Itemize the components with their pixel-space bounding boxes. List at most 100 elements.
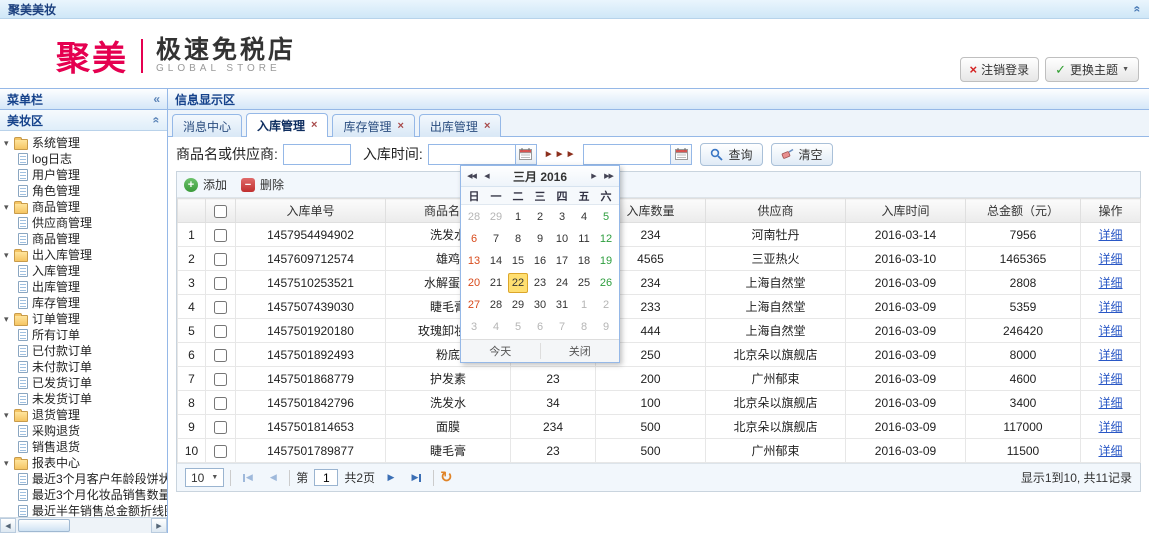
detail-link[interactable]: 详细 <box>1098 444 1122 458</box>
tree-expander-icon[interactable]: ▾ <box>4 407 14 423</box>
tree-folder[interactable]: ▾报表中心 <box>4 455 167 471</box>
calendar-day[interactable]: 15 <box>508 251 528 271</box>
table-row[interactable]: 31457510253521水解蛋白12234上海自然堂2016-03-0928… <box>178 271 1141 295</box>
calendar-close-button[interactable]: 关闭 <box>541 343 620 359</box>
tab-item[interactable]: 出库管理× <box>419 114 501 137</box>
first-page-button[interactable]: ◀ <box>237 468 257 488</box>
table-row[interactable]: 81457501842796洗发水34100北京朵以旗舰店2016-03-093… <box>178 391 1141 415</box>
scroll-left-button[interactable]: ◀ <box>0 518 16 533</box>
collapse-sidebar-icon[interactable]: « <box>153 92 160 106</box>
date-from-picker-button[interactable] <box>515 145 536 164</box>
calendar-day[interactable]: 29 <box>508 295 528 315</box>
calendar-day[interactable]: 5 <box>508 317 528 337</box>
table-row[interactable]: 91457501814653面膜234500北京朵以旗舰店2016-03-091… <box>178 415 1141 439</box>
row-checkbox[interactable] <box>214 373 227 386</box>
calendar-day[interactable]: 14 <box>486 251 506 271</box>
calendar-day-selected[interactable]: 22 <box>508 273 528 293</box>
calendar-day[interactable]: 20 <box>464 273 484 293</box>
column-header[interactable]: 入库时间 <box>846 199 966 223</box>
detail-link[interactable]: 详细 <box>1098 300 1122 314</box>
tree-expander-icon[interactable]: ▾ <box>4 199 14 215</box>
detail-link[interactable]: 详细 <box>1098 396 1122 410</box>
clear-button[interactable]: 清空 <box>771 143 833 166</box>
detail-link[interactable]: 详细 <box>1098 228 1122 242</box>
sidebar-horizontal-scrollbar[interactable]: ◀ ▶ <box>0 517 167 533</box>
tree-leaf[interactable]: 最近半年销售总金额折线图 <box>4 503 167 517</box>
calendar-day[interactable]: 18 <box>574 251 594 271</box>
table-row[interactable]: 11457954494902洗发水34234河南牡丹2016-03-147956… <box>178 223 1141 247</box>
table-row[interactable]: 71457501868779护发素23200广州郁束2016-03-094600… <box>178 367 1141 391</box>
calendar-day[interactable]: 21 <box>486 273 506 293</box>
tree-expander-icon[interactable]: ▾ <box>4 135 14 151</box>
calendar-day[interactable]: 17 <box>552 251 572 271</box>
calendar-day[interactable]: 23 <box>530 273 550 293</box>
prev-page-button[interactable]: ◀ <box>263 468 283 488</box>
calendar-day[interactable]: 1 <box>574 295 594 315</box>
calendar-day[interactable]: 13 <box>464 251 484 271</box>
last-page-button[interactable]: ▶ <box>407 468 427 488</box>
table-row[interactable]: 21457609712574雄鸡3214565三亚热火2016-03-10146… <box>178 247 1141 271</box>
tree-leaf[interactable]: 最近3个月化妆品销售数量柱状图 <box>4 487 167 503</box>
calendar-day[interactable]: 3 <box>552 207 572 227</box>
calendar-day[interactable]: 7 <box>486 229 506 249</box>
calendar-day[interactable]: 29 <box>486 207 506 227</box>
calendar-day[interactable]: 5 <box>596 207 616 227</box>
column-header[interactable]: 操作 <box>1081 199 1141 223</box>
tree-expander-icon[interactable]: ▾ <box>4 311 14 327</box>
tree-leaf[interactable]: 所有订单 <box>4 327 167 343</box>
page-size-select[interactable]: 10 ▼ <box>185 468 224 487</box>
date-to-input[interactable] <box>584 145 670 164</box>
detail-link[interactable]: 详细 <box>1098 348 1122 362</box>
calendar-day[interactable]: 26 <box>596 273 616 293</box>
tree-leaf[interactable]: 未付款订单 <box>4 359 167 375</box>
tree-folder[interactable]: ▾系统管理 <box>4 135 167 151</box>
row-checkbox[interactable] <box>214 325 227 338</box>
date-from-input[interactable] <box>429 145 515 164</box>
tab-item[interactable]: 入库管理× <box>246 113 328 137</box>
next-year-icon[interactable]: ▶▶ <box>601 172 616 180</box>
detail-link[interactable]: 详细 <box>1098 420 1122 434</box>
calendar-day[interactable]: 4 <box>574 207 594 227</box>
tree-folder[interactable]: ▾商品管理 <box>4 199 167 215</box>
calendar-day[interactable]: 31 <box>552 295 572 315</box>
calendar-day[interactable]: 11 <box>574 229 594 249</box>
tree-folder[interactable]: ▾退货管理 <box>4 407 167 423</box>
row-checkbox[interactable] <box>214 277 227 290</box>
tree-expander-icon[interactable]: ▾ <box>4 455 14 471</box>
table-row[interactable]: 41457507439030睫毛膏23233上海自然堂2016-03-09535… <box>178 295 1141 319</box>
table-row[interactable]: 51457501920180玫瑰卸妆水555444上海自然堂2016-03-09… <box>178 319 1141 343</box>
tab-close-icon[interactable]: × <box>397 121 403 132</box>
detail-link[interactable]: 详细 <box>1098 372 1122 386</box>
calendar-day[interactable]: 7 <box>552 317 572 337</box>
prev-month-icon[interactable]: ◀ <box>479 172 494 180</box>
date-to-picker-button[interactable] <box>670 145 691 164</box>
tree-leaf[interactable]: 已发货订单 <box>4 375 167 391</box>
prev-year-icon[interactable]: ◀◀ <box>464 172 479 180</box>
calendar-day[interactable]: 9 <box>530 229 550 249</box>
collapse-up-icon[interactable]: « <box>1131 6 1145 13</box>
column-header[interactable]: 总金额（元） <box>966 199 1081 223</box>
calendar-day[interactable]: 9 <box>596 317 616 337</box>
calendar-day[interactable]: 19 <box>596 251 616 271</box>
search-button[interactable]: 查询 <box>700 143 762 166</box>
calendar-month-title[interactable]: 三月 2016 <box>494 168 586 185</box>
detail-link[interactable]: 详细 <box>1098 324 1122 338</box>
calendar-day[interactable]: 30 <box>530 295 550 315</box>
calendar-day[interactable]: 2 <box>596 295 616 315</box>
row-checkbox[interactable] <box>214 445 227 458</box>
calendar-day[interactable]: 4 <box>486 317 506 337</box>
calendar-day[interactable]: 3 <box>464 317 484 337</box>
calendar-day[interactable]: 12 <box>596 229 616 249</box>
calendar-day[interactable]: 10 <box>552 229 572 249</box>
tree-leaf[interactable]: 出库管理 <box>4 279 167 295</box>
tree-leaf[interactable]: 供应商管理 <box>4 215 167 231</box>
table-row[interactable]: 61457501892493粉底32250北京朵以旗舰店2016-03-0980… <box>178 343 1141 367</box>
add-button[interactable]: + 添加 <box>184 176 227 193</box>
calendar-day[interactable]: 6 <box>530 317 550 337</box>
tree-leaf[interactable]: 入库管理 <box>4 263 167 279</box>
tab-close-icon[interactable]: × <box>484 121 490 132</box>
calendar-day[interactable]: 28 <box>464 207 484 227</box>
row-checkbox[interactable] <box>214 349 227 362</box>
tree-folder[interactable]: ▾订单管理 <box>4 311 167 327</box>
calendar-day[interactable]: 28 <box>486 295 506 315</box>
